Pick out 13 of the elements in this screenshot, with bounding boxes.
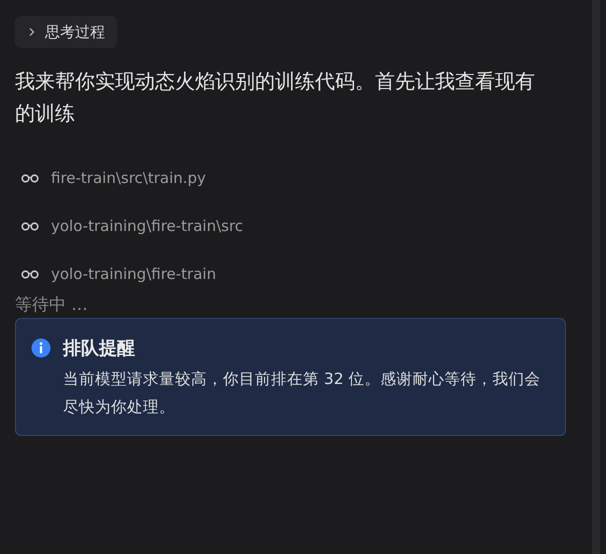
chevron-icon [27,27,37,37]
glasses-icon [21,174,39,182]
notice-text: 当前模型请求量较高，你目前排在第 32 位。感谢耐心等待，我们会尽快为你处理。 [63,369,542,418]
notice-title: 排队提醒 [63,337,136,361]
thinking-toggle[interactable]: 思考过程 [15,16,117,48]
glasses-icon [21,222,39,230]
file-path: yolo-training\fire-train [51,264,216,285]
info-icon [31,338,51,358]
message-text: 我来帮你实现动态火焰识别的训练代码。首先让我查看现有的训练 [15,68,536,127]
status-text: 等待中 ... [15,294,89,317]
file-path: yolo-training\fire-train\src [51,216,244,237]
glasses-icon [21,270,39,278]
file-path: fire-train\src\train.py [51,168,206,189]
